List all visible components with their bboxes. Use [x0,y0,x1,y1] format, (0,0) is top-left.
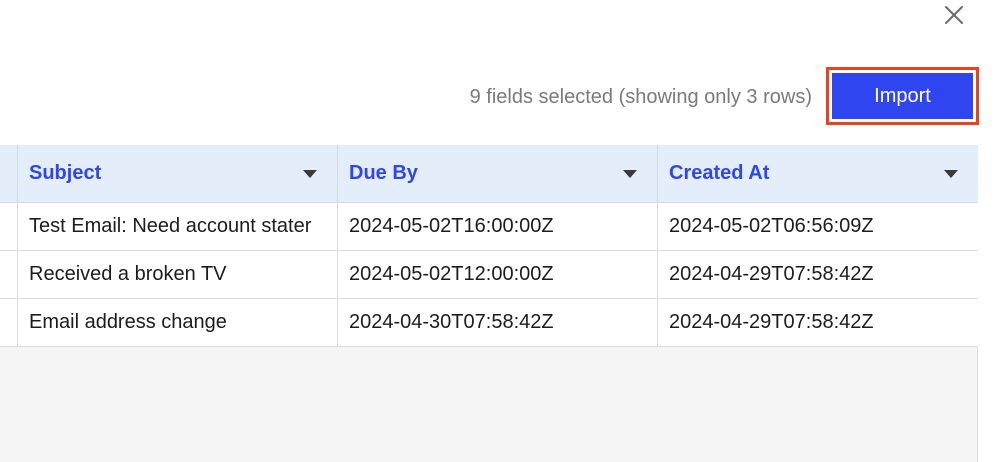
column-header-created-at[interactable]: Created At [658,145,978,202]
column-header-label: Due By [349,162,418,184]
table-cell-due-by: 2024-05-02T16:00:00Z [338,203,658,250]
chevron-down-icon[interactable] [303,169,317,178]
table-cell-created-at: 2024-05-02T06:56:09Z [669,215,874,237]
import-preview-dialog: 9 fields selected (showing only 3 rows) … [0,0,1000,462]
column-header-label: Created At [669,162,770,184]
chevron-down-icon[interactable] [623,169,637,178]
table-cell-subject: Received a broken TV [18,251,338,298]
column-header-due-by[interactable]: Due By [338,145,658,202]
header-cell-leading [0,145,18,202]
row-leading-cell [0,251,18,298]
table-row: Received a broken TV 2024-05-02T12:00:00… [0,251,978,299]
table-cell-created-at: 2024-04-29T07:58:42Z [669,311,874,333]
table-cell-due-by: 2024-04-30T07:58:42Z [338,299,658,346]
table-cell-created-at: 2024-04-29T07:58:42Z [669,263,874,285]
table-row: Test Email: Need account stater 2024-05-… [0,203,978,251]
table-cell-due-by: 2024-05-02T12:00:00Z [338,251,658,298]
table-cell-subject: Email address change [18,299,338,346]
row-leading-cell [0,203,18,250]
column-header-label: Subject [29,162,102,184]
table-cell-subject: Test Email: Need account stater [18,203,338,250]
chevron-down-icon[interactable] [944,169,958,178]
row-leading-cell [0,299,18,346]
close-icon [945,6,963,24]
table-header-row: Subject Due By Created At [0,145,978,203]
import-button[interactable]: Import [832,73,973,119]
close-button[interactable] [938,0,970,30]
table-row: Email address change 2024-04-30T07:58:42… [0,299,978,347]
preview-table: Subject Due By Created At Test Email: Ne… [0,145,978,462]
selection-summary: 9 fields selected (showing only 3 rows) [469,86,812,108]
column-header-subject[interactable]: Subject [18,145,338,202]
table-grid: Subject Due By Created At Test Email: Ne… [0,145,978,347]
import-button-highlight: Import [826,67,979,125]
